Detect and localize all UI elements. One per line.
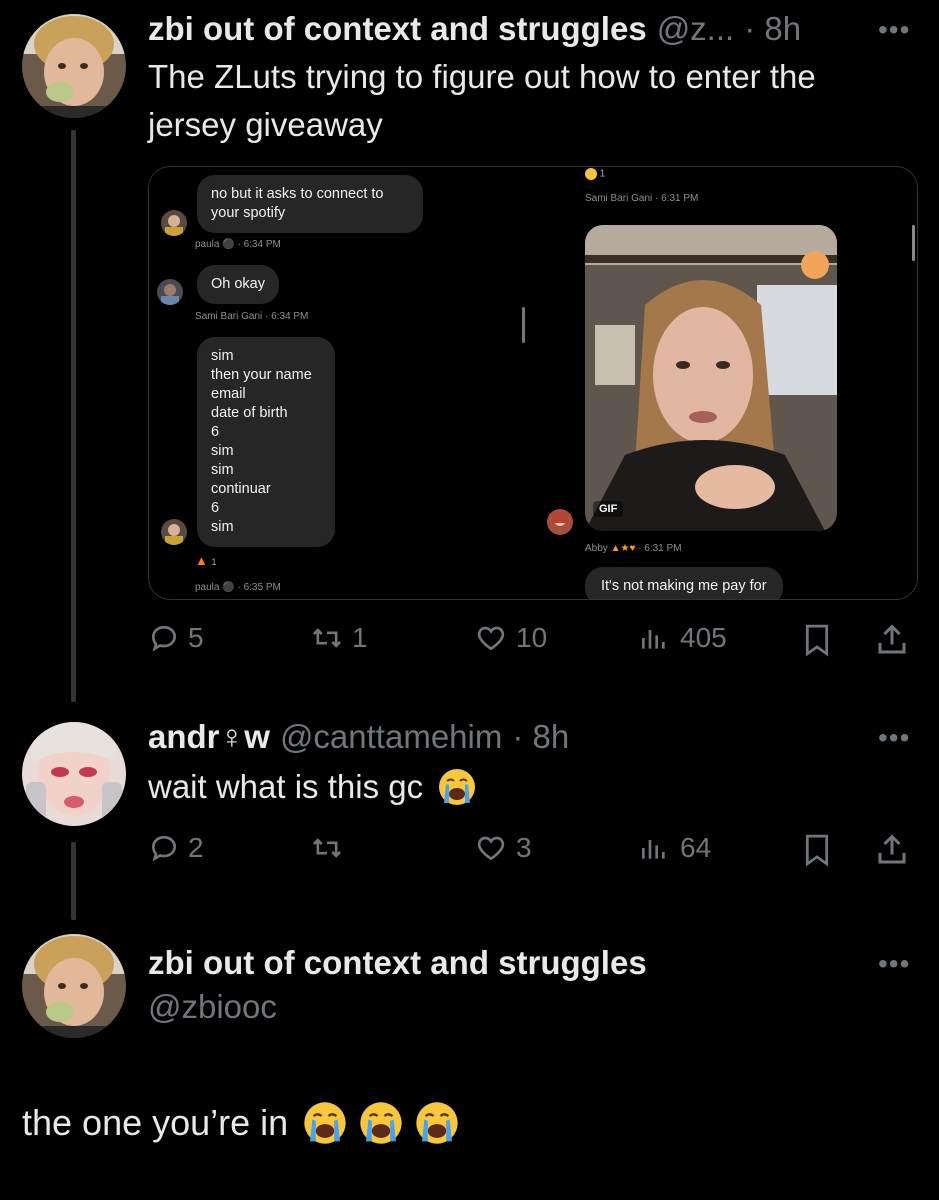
- message-time: · 6:31 PM: [638, 543, 682, 554]
- retweet-count: 1: [352, 622, 368, 653]
- views-icon: [642, 840, 665, 859]
- views-icon: [642, 630, 665, 649]
- author-handle[interactable]: @z...: [657, 10, 735, 48]
- mini-avatar-paula: [161, 519, 187, 545]
- bookmark-button[interactable]: [800, 832, 834, 868]
- fire-reaction: ▲ 1: [195, 553, 217, 568]
- tweet-time[interactable]: · 8h: [512, 718, 569, 756]
- reply-button[interactable]: 5: [148, 622, 204, 654]
- avatar-zbi[interactable]: [22, 934, 126, 1038]
- retweet-icon: [312, 628, 342, 648]
- like-count: 10: [516, 622, 548, 653]
- reply-icon: [151, 625, 177, 652]
- bookmark-button[interactable]: [800, 622, 834, 658]
- share-button[interactable]: [874, 622, 910, 658]
- views-button[interactable]: 64: [636, 832, 711, 864]
- more-icon[interactable]: •••: [878, 722, 910, 754]
- message-meta: Sami Bari Gani · 6:34 PM: [195, 311, 309, 322]
- message-bubble: no but it asks to connect to your spotif…: [197, 175, 423, 233]
- bomb-emoji-icon: ⚫: [222, 239, 235, 250]
- views-button[interactable]: 405: [636, 622, 727, 654]
- mini-avatar-sami: [157, 279, 183, 305]
- message-time: · 6:34 PM: [237, 239, 281, 250]
- views-count: 64: [680, 832, 712, 863]
- avatar-zbi[interactable]: [22, 14, 126, 118]
- heart-icon: [477, 626, 505, 651]
- tweet-text: wait what is this gc: [148, 763, 477, 811]
- scrollbar-left[interactable]: [522, 307, 525, 343]
- thread-line-1: [71, 130, 76, 702]
- author-name[interactable]: zbi out of context and struggles: [148, 944, 647, 982]
- reply-icon: [151, 835, 177, 862]
- reply-count: 2: [188, 832, 204, 863]
- like-button[interactable]: 3: [474, 832, 532, 864]
- thread-line-2: [71, 842, 76, 920]
- flame-emojis-icon: ▲★♥: [610, 543, 636, 554]
- reply-count: 5: [188, 622, 204, 653]
- message-sender: paula: [195, 582, 220, 593]
- mini-avatar-paula: [161, 210, 187, 236]
- loudly-crying-face-icon: [360, 1102, 402, 1144]
- retweet-button[interactable]: [310, 832, 352, 864]
- loudly-crying-face-icon: [585, 168, 597, 180]
- like-button[interactable]: 10: [474, 622, 547, 654]
- tweet-time[interactable]: · 8h: [744, 10, 801, 48]
- message-sender: paula: [195, 239, 220, 250]
- more-icon[interactable]: •••: [878, 14, 910, 46]
- like-count: 3: [516, 832, 532, 863]
- retweet-button[interactable]: 1: [310, 622, 368, 654]
- mini-avatar-abby: [547, 509, 573, 535]
- reaction-sob: 1: [585, 168, 605, 180]
- bookmark-icon: [805, 834, 829, 867]
- reply-button[interactable]: 2: [148, 832, 204, 864]
- loudly-crying-face-icon: [416, 1102, 458, 1144]
- fire-icon: ▲: [195, 553, 208, 568]
- gif-message[interactable]: GIF: [585, 225, 837, 531]
- bookmark-icon: [805, 624, 829, 657]
- reaction-count: 1: [599, 168, 606, 180]
- loudly-crying-face-icon: [304, 1102, 346, 1144]
- author-name[interactable]: andr♀w: [148, 718, 270, 756]
- author-name[interactable]: zbi out of context and struggles: [148, 10, 647, 48]
- tweet-text: The ZLuts trying to figure out how to en…: [148, 58, 816, 143]
- bomb-emoji-icon: ⚫: [222, 582, 235, 593]
- message-meta: Sami Bari Gani · 6:31 PM: [585, 193, 699, 204]
- gif-label: GIF: [593, 501, 624, 517]
- retweet-icon: [312, 838, 342, 858]
- message-bubble: It's not making me pay for: [585, 567, 783, 599]
- tweet-media[interactable]: no but it asks to connect to your spotif…: [148, 166, 918, 600]
- scrollbar-right[interactable]: [912, 225, 915, 261]
- author-handle[interactable]: @canttamehim: [280, 718, 502, 756]
- message-bubble: Oh okay: [197, 265, 279, 304]
- message-sender: Abby: [585, 543, 608, 554]
- author-handle[interactable]: @zbiooc: [148, 988, 277, 1026]
- avatar-andrew[interactable]: [22, 722, 126, 826]
- more-icon[interactable]: •••: [878, 948, 910, 980]
- share-icon: [878, 624, 906, 654]
- tweet-text: the one you’re in: [22, 1100, 460, 1146]
- share-button[interactable]: [874, 832, 910, 868]
- views-count: 405: [680, 622, 727, 653]
- loudly-crying-face-icon: [439, 769, 476, 805]
- share-icon: [878, 834, 906, 864]
- heart-icon: [477, 836, 505, 861]
- message-bubble-list: sim then your name email date of birth 6…: [197, 337, 335, 547]
- reaction-count: 1: [211, 557, 217, 567]
- message-time: · 6:35 PM: [237, 582, 281, 593]
